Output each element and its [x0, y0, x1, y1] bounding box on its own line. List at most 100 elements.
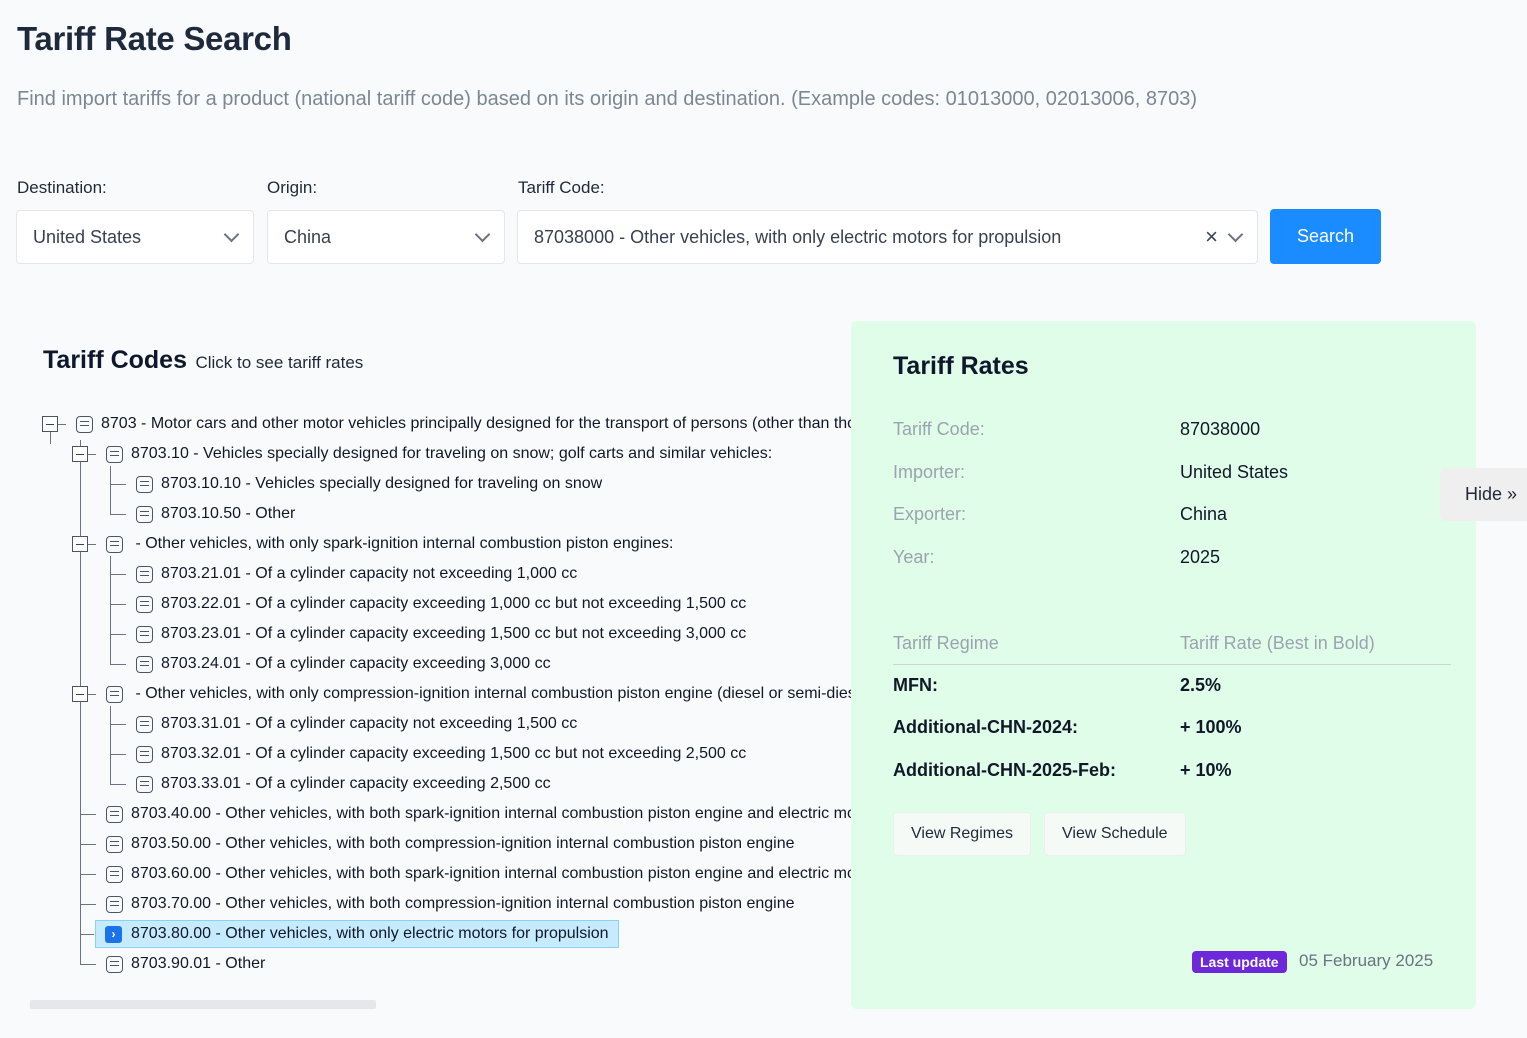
document-icon	[106, 805, 123, 823]
last-update-badge: Last update	[1192, 951, 1287, 973]
tree-connector	[110, 484, 126, 485]
tree-connector	[110, 604, 126, 605]
tree-connector	[110, 466, 111, 514]
tree-connector	[80, 874, 96, 875]
page-title: Tariff Rate Search	[17, 20, 292, 57]
tree-node[interactable]: 8703.31.01 - Of a cylinder capacity not …	[136, 712, 577, 736]
origin-label: Origin:	[267, 178, 318, 197]
document-icon	[136, 745, 153, 763]
tree-node[interactable]: 8703.90.01 - Other	[106, 952, 265, 976]
collapse-toggle[interactable]	[42, 416, 58, 432]
tree-connector	[80, 814, 96, 815]
tree-connector	[110, 664, 126, 665]
tree-connector	[80, 440, 81, 964]
document-icon	[136, 625, 153, 643]
collapse-toggle[interactable]	[72, 446, 88, 462]
view-schedule-button[interactable]: View Schedule	[1044, 812, 1186, 856]
tree-node-label: 8703.10.50 - Other	[161, 505, 296, 522]
tree-node[interactable]: - Other vehicles, with only spark-igniti…	[106, 532, 674, 556]
view-regimes-button[interactable]: View Regimes	[893, 812, 1031, 856]
tree-hint: Click to see tariff rates	[195, 353, 364, 372]
destination-select[interactable]: United States	[16, 210, 254, 264]
document-icon	[136, 775, 153, 793]
destination-value: United States	[33, 226, 142, 247]
tree-connector	[50, 432, 51, 444]
tree-node-label: 8703.22.01 - Of a cylinder capacity exce…	[161, 595, 747, 612]
regime-rate: + 100%	[1180, 717, 1242, 737]
tree-node[interactable]: 8703.60.00 - Other vehicles, with both s…	[106, 862, 851, 886]
regime-name: Additional-CHN-2025-Feb:	[893, 760, 1117, 780]
tree-node[interactable]: 8703.70.00 - Other vehicles, with both c…	[106, 892, 795, 916]
tree-connector	[80, 934, 94, 935]
tree-node[interactable]: - Other vehicles, with only compression-…	[106, 682, 851, 706]
tariff-rates-panel: Tariff Rates Tariff Code: 87038000 Impor…	[851, 321, 1476, 1009]
tree-node-selected[interactable]: › 8703.80.00 - Other vehicles, with only …	[95, 920, 619, 948]
tree-node-label: 8703.90.01 - Other	[131, 955, 266, 972]
collapse-toggle[interactable]	[72, 686, 88, 702]
horizontal-scrollbar[interactable]	[30, 1000, 376, 1009]
tree-node[interactable]: 8703.10.10 - Vehicles specially designed…	[136, 472, 602, 496]
tree-node[interactable]: 8703.21.01 - Of a cylinder capacity not …	[136, 562, 577, 586]
origin-select[interactable]: China	[267, 210, 505, 264]
document-icon	[136, 565, 153, 583]
clear-icon[interactable]: ×	[1205, 226, 1218, 248]
tree-node[interactable]: 8703.24.01 - Of a cylinder capacity exce…	[136, 652, 551, 676]
document-icon	[106, 895, 123, 913]
document-icon	[76, 415, 93, 433]
tree-connector	[110, 754, 126, 755]
document-icon	[106, 835, 123, 853]
tree-node[interactable]: 8703.22.01 - Of a cylinder capacity exce…	[136, 592, 746, 616]
tree-node-label: 8703.33.01 - Of a cylinder capacity exce…	[161, 775, 551, 792]
document-icon	[136, 475, 153, 493]
tree-connector	[110, 784, 126, 785]
document-icon	[136, 505, 153, 523]
tree-node-label: 8703.40.00 - Other vehicles, with both s…	[131, 805, 851, 822]
tree-connector	[88, 544, 96, 545]
tariff-codes-section: Tariff Codes Click to see tariff rates 8…	[0, 320, 851, 1020]
hide-panel-button[interactable]: Hide »	[1440, 468, 1527, 521]
tree-node-label: 8703.60.00 - Other vehicles, with both s…	[131, 865, 851, 882]
tree-node[interactable]: 8703.33.01 - Of a cylinder capacity exce…	[136, 772, 551, 796]
tree-node-label: 8703.50.00 - Other vehicles, with both c…	[131, 835, 795, 852]
tree-node[interactable]: 8703 - Motor cars and other motor vehicl…	[76, 412, 851, 436]
tree-heading: Tariff Codes Click to see tariff rates	[43, 346, 363, 375]
tree-node[interactable]: 8703.50.00 - Other vehicles, with both c…	[106, 832, 795, 856]
tariff-code-info-label: Tariff Code:	[893, 419, 985, 439]
tree-connector	[88, 454, 96, 455]
document-icon	[106, 685, 123, 703]
tree-connector	[58, 424, 66, 425]
regime-rate: + 10%	[1180, 760, 1232, 780]
tree-node[interactable]: 8703.23.01 - Of a cylinder capacity exce…	[136, 622, 746, 646]
rate-column-header: Tariff Rate (Best in Bold)	[1180, 633, 1375, 653]
tariff-code-info-value: 87038000	[1180, 419, 1261, 439]
tariff-code-label: Tariff Code:	[518, 178, 605, 197]
tree-connector	[110, 706, 111, 784]
tree-node[interactable]: 8703.10.50 - Other	[136, 502, 295, 526]
collapse-toggle[interactable]	[72, 536, 88, 552]
tariff-code-select[interactable]: 87038000 - Other vehicles, with only ele…	[517, 210, 1258, 264]
tree-node-label: 8703.24.01 - Of a cylinder capacity exce…	[161, 655, 551, 672]
chevron-down-icon	[474, 226, 491, 242]
tree-connector	[80, 904, 96, 905]
tree-connector	[80, 964, 96, 965]
tree-node[interactable]: 8703.40.00 - Other vehicles, with both s…	[106, 802, 851, 826]
last-update-date: 05 February 2025	[1299, 951, 1434, 970]
tree-node-label: 8703.10 - Vehicles specially designed fo…	[131, 445, 773, 462]
tree-node-label: - Other vehicles, with only compression-…	[131, 685, 851, 702]
tree-node[interactable]: 8703.32.01 - Of a cylinder capacity exce…	[136, 742, 746, 766]
tree-node-label: 8703 - Motor cars and other motor vehicl…	[101, 415, 851, 432]
year-value: 2025	[1180, 547, 1221, 567]
tree-connector	[110, 634, 126, 635]
tree-node-label: 8703.80.00 - Other vehicles, with only e…	[131, 925, 609, 942]
page-subtitle: Find import tariffs for a product (natio…	[17, 88, 1197, 110]
tree-title: Tariff Codes	[43, 346, 187, 374]
tariff-code-value: 87038000 - Other vehicles, with only ele…	[534, 226, 1062, 247]
tree-node-label: 8703.10.10 - Vehicles specially designed…	[161, 475, 603, 492]
rates-title: Tariff Rates	[893, 352, 1029, 380]
tree-node[interactable]: 8703.10 - Vehicles specially designed fo…	[106, 442, 772, 466]
tree-connector	[110, 574, 126, 575]
search-button[interactable]: Search	[1270, 209, 1381, 264]
tree-connector	[110, 724, 126, 725]
tree-connector	[80, 844, 96, 845]
document-icon	[136, 595, 153, 613]
